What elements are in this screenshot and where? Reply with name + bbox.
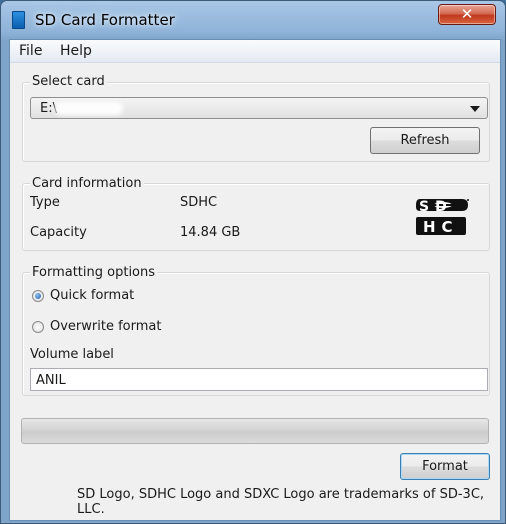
client-area: File Help Select card E:\ Refresh Card i…	[9, 39, 501, 521]
sdhc-logo-text-bottom: HC	[423, 218, 459, 236]
capacity-label: Capacity	[30, 225, 87, 240]
volume-label-input[interactable]: ANIL	[30, 368, 488, 391]
card-information-legend: Card information	[30, 176, 144, 191]
type-value: SDHC	[180, 195, 218, 210]
redacted-drive-label	[55, 102, 123, 115]
overwrite-format-label: Overwrite format	[50, 319, 162, 334]
overwrite-format-radio[interactable]	[32, 321, 44, 333]
sdhc-logo-text-top: SD	[419, 199, 453, 215]
quick-format-label: Quick format	[50, 288, 135, 303]
select-card-legend: Select card	[30, 74, 107, 89]
menu-bar: File Help	[10, 40, 500, 63]
refresh-button[interactable]: Refresh	[370, 127, 480, 154]
close-button[interactable]: ✕	[438, 4, 496, 25]
capacity-value: 14.84 GB	[180, 225, 241, 240]
formatting-options-legend: Formatting options	[30, 265, 158, 280]
trademark-notice: SD Logo, SDHC Logo and SDXC Logo are tra…	[77, 487, 485, 517]
format-progress-bar	[21, 418, 489, 444]
volume-label-caption: Volume label	[30, 347, 114, 362]
app-window: SD Card Formatter ✕ File Help Select car…	[0, 0, 506, 524]
menu-help[interactable]: Help	[60, 43, 92, 59]
window-title: SD Card Formatter	[35, 11, 175, 29]
quick-format-radio-option[interactable]: Quick format	[30, 287, 170, 305]
overwrite-format-radio-option[interactable]: Overwrite format	[30, 318, 190, 336]
chevron-down-icon	[470, 106, 480, 112]
menu-file[interactable]: File	[19, 43, 42, 59]
sdhc-logo-icon: SD HC	[416, 199, 469, 236]
sd-card-icon	[12, 11, 25, 29]
type-label: Type	[30, 195, 60, 210]
title-bar[interactable]: SD Card Formatter ✕	[1, 1, 505, 39]
card-select-dropdown[interactable]: E:\	[30, 97, 488, 119]
format-button[interactable]: Format	[400, 453, 490, 480]
volume-label-value: ANIL	[36, 373, 66, 388]
quick-format-radio[interactable]	[32, 290, 44, 302]
